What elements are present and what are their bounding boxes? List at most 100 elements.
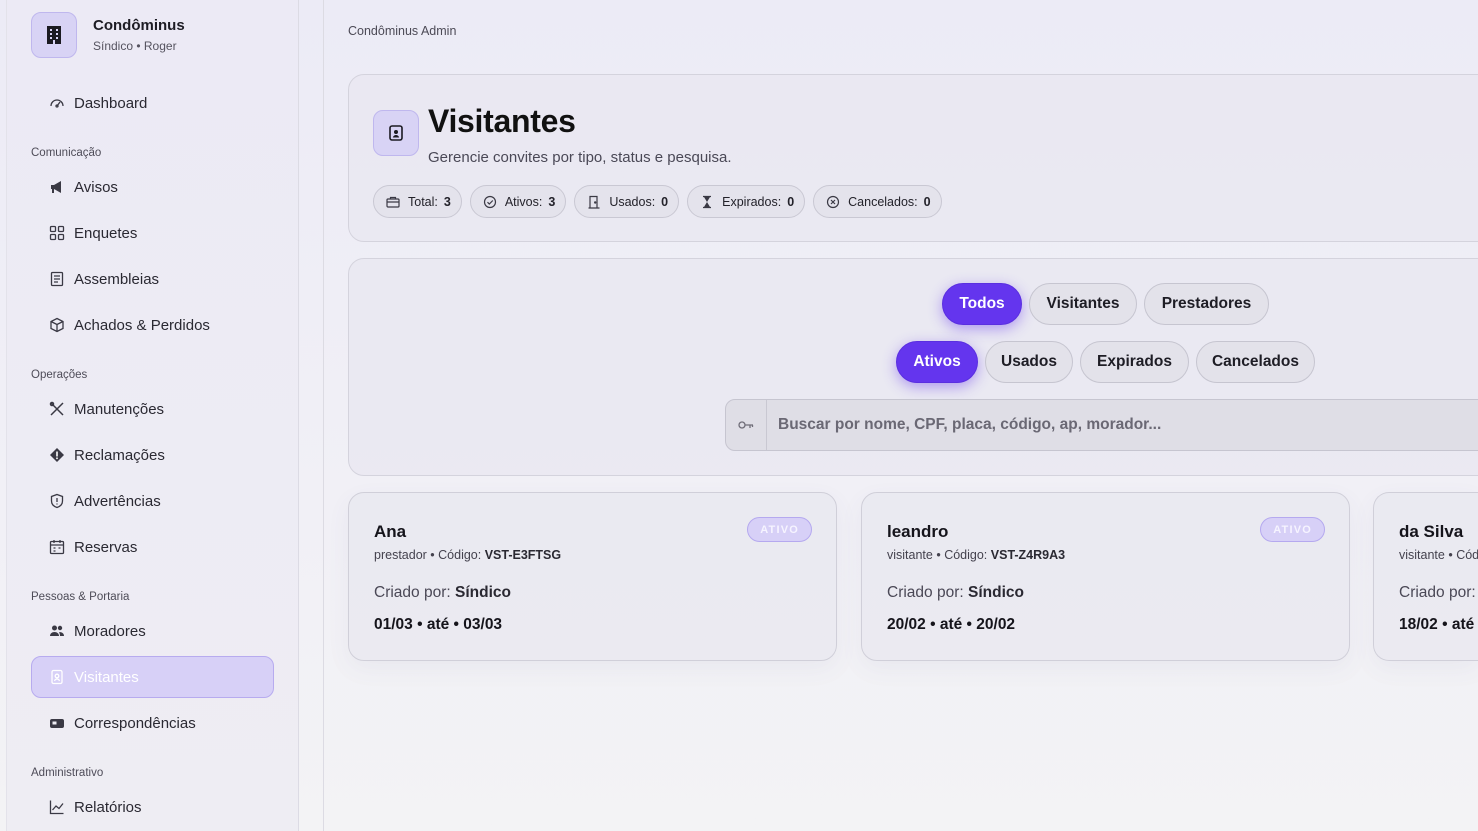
visitor-type: visitante bbox=[1399, 548, 1445, 562]
sidebar-item-enquetes[interactable]: Enquetes bbox=[31, 212, 274, 254]
visitor-dates: 18/02 • até bbox=[1399, 616, 1475, 633]
sidebar-item-manutencoes[interactable]: Manutenções bbox=[31, 388, 274, 430]
stats-row: Total: 3 Ativos: 3 Usados: 0 Expirados: … bbox=[373, 185, 942, 218]
sidebar-item-label: Relatórios bbox=[74, 798, 142, 816]
tab-visitantes[interactable]: Visitantes bbox=[1029, 283, 1137, 325]
sidebar-item-visitantes[interactable]: Visitantes bbox=[31, 656, 274, 698]
status-badge: ATIVO bbox=[747, 517, 812, 542]
door-icon bbox=[587, 195, 601, 209]
sidebar-item-label: Visitantes bbox=[74, 668, 139, 686]
tab-expirados[interactable]: Expirados bbox=[1080, 341, 1189, 383]
stat-usados: Usados: 0 bbox=[574, 185, 680, 218]
tab-cancelados[interactable]: Cancelados bbox=[1196, 341, 1315, 383]
brand[interactable]: Condôminus Síndico • Roger bbox=[31, 12, 185, 58]
visitor-name: da Silva bbox=[1399, 522, 1464, 541]
visitor-type: visitante bbox=[887, 548, 933, 562]
created-by: Criado por: bbox=[1399, 584, 1476, 602]
tools-icon bbox=[48, 400, 66, 418]
badge-id-icon bbox=[48, 668, 66, 686]
hourglass-icon bbox=[700, 195, 714, 209]
x-circle-icon bbox=[826, 195, 840, 209]
sidebar-item-label: Moradores bbox=[74, 622, 146, 640]
stat-value: 0 bbox=[787, 194, 795, 209]
sidebar-item-label: Reclamações bbox=[74, 446, 165, 464]
page-title: Visitantes bbox=[428, 103, 576, 139]
visitor-meta: visitante • Código: VST-Z4R9A3 bbox=[887, 548, 1066, 562]
visitor-card[interactable]: da Silva visitante • Código: Criado por:… bbox=[1373, 492, 1478, 661]
stat-label: Total: bbox=[408, 194, 438, 209]
status-badge: ATIVO bbox=[1260, 517, 1325, 542]
tab-prestadores[interactable]: Prestadores bbox=[1144, 283, 1269, 325]
nav-section-comunicacao: Comunicação bbox=[31, 147, 102, 159]
visitor-type: prestador bbox=[374, 548, 427, 562]
sidebar-item-avisos[interactable]: Avisos bbox=[31, 166, 274, 208]
search-input[interactable] bbox=[767, 400, 1478, 450]
nav-section-pessoas: Pessoas & Portaria bbox=[31, 591, 130, 603]
sidebar-item-reservas[interactable]: Reservas bbox=[31, 526, 274, 568]
search-box bbox=[725, 399, 1478, 451]
visitor-meta: visitante • Código: bbox=[1399, 548, 1478, 562]
stat-label: Usados: bbox=[609, 194, 656, 209]
sidebar-item-dashboard[interactable]: Dashboard bbox=[31, 82, 274, 124]
stat-label: Cancelados: bbox=[848, 194, 918, 209]
visitor-name: leandro bbox=[887, 522, 949, 541]
sidebar-item-assembleias[interactable]: Assembleias bbox=[31, 258, 274, 300]
sidebar-item-label: Advertências bbox=[74, 492, 161, 510]
visitor-name: Ana bbox=[374, 522, 407, 541]
stat-value: 0 bbox=[923, 194, 931, 209]
sidebar-item-relatorios[interactable]: Relatórios bbox=[31, 786, 274, 828]
stat-value: 3 bbox=[443, 194, 451, 209]
created-by-value: Síndico bbox=[968, 584, 1024, 601]
visitor-card[interactable]: Ana ATIVO prestador • Código: VST-E3FTSG… bbox=[348, 492, 837, 661]
visitor-dates: 20/02 • até • 20/02 bbox=[887, 616, 1016, 633]
shield-icon bbox=[48, 492, 66, 510]
sidebar-item-label: Reservas bbox=[74, 538, 138, 556]
stat-cancelados: Cancelados: 0 bbox=[813, 185, 942, 218]
breadcrumb[interactable]: Condôminus Admin bbox=[348, 24, 456, 38]
stat-label: Ativos: bbox=[504, 194, 543, 209]
sidebar-item-correspondencias[interactable]: Correspondências bbox=[31, 702, 274, 744]
sidebar-item-achados-perdidos[interactable]: Achados & Perdidos bbox=[31, 304, 274, 346]
stat-value: 3 bbox=[548, 194, 556, 209]
megaphone-icon bbox=[48, 178, 66, 196]
visitor-meta: prestador • Código: VST-E3FTSG bbox=[374, 548, 562, 562]
sidebar: Condôminus Síndico • Roger Dashboard Com… bbox=[6, 0, 299, 831]
created-by: Criado por: Síndico bbox=[374, 584, 511, 602]
grid-icon bbox=[48, 224, 66, 242]
sidebar-item-advertencias[interactable]: Advertências bbox=[31, 480, 274, 522]
briefcase-icon bbox=[386, 195, 400, 209]
created-by-label: Criado por: bbox=[887, 584, 964, 601]
page-subtitle: Gerencie convites por tipo, status e pes… bbox=[428, 149, 732, 166]
sidebar-item-label: Dashboard bbox=[74, 94, 148, 112]
document-icon bbox=[48, 270, 66, 288]
filters-card: Todos Visitantes Prestadores Ativos Usad… bbox=[348, 258, 1478, 476]
sidebar-item-label: Enquetes bbox=[74, 224, 138, 242]
sidebar-item-label: Correspondências bbox=[74, 714, 196, 732]
tab-ativos[interactable]: Ativos bbox=[896, 341, 978, 383]
page-header-card: Visitantes Gerencie convites por tipo, s… bbox=[348, 74, 1478, 242]
visitor-card[interactable]: leandro ATIVO visitante • Código: VST-Z4… bbox=[861, 492, 1350, 661]
sidebar-item-moradores[interactable]: Moradores bbox=[31, 610, 274, 652]
tab-todos[interactable]: Todos bbox=[942, 283, 1022, 325]
badge-id-icon bbox=[373, 110, 419, 156]
sidebar-item-reclamacoes[interactable]: Reclamações bbox=[31, 434, 274, 476]
sidebar-item-label: Manutenções bbox=[74, 400, 165, 418]
nav-section-administrativo: Administrativo bbox=[31, 767, 104, 779]
key-icon bbox=[726, 400, 767, 450]
divider bbox=[323, 0, 324, 831]
created-by-label: Criado por: bbox=[1399, 584, 1476, 601]
visitor-code: VST-Z4R9A3 bbox=[990, 548, 1066, 562]
check-circle-icon bbox=[483, 195, 497, 209]
stat-ativos: Ativos: 3 bbox=[469, 185, 567, 218]
users-icon bbox=[48, 622, 66, 640]
warning-diamond-icon bbox=[48, 446, 66, 464]
stat-value: 0 bbox=[661, 194, 669, 209]
brand-subtitle: Síndico • Roger bbox=[93, 39, 177, 53]
chart-line-icon bbox=[48, 798, 66, 816]
box-icon bbox=[48, 316, 66, 334]
sidebar-item-label: Assembleias bbox=[74, 270, 160, 288]
gauge-icon bbox=[48, 94, 66, 112]
created-by-value: Síndico bbox=[455, 584, 511, 601]
tab-usados[interactable]: Usados bbox=[985, 341, 1073, 383]
code-label: Código: bbox=[1456, 548, 1478, 562]
